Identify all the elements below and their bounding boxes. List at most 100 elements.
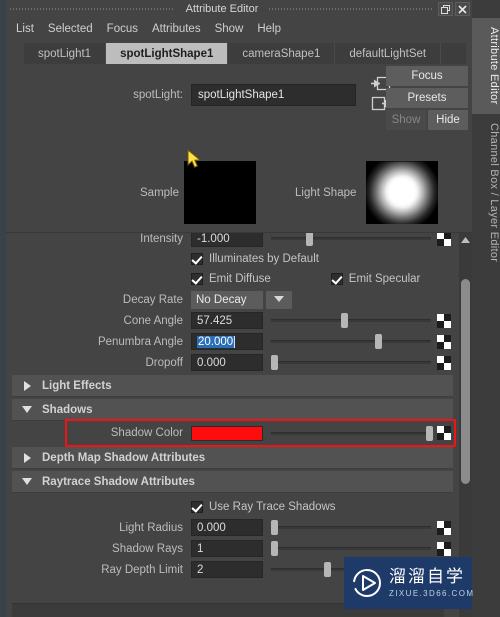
shadow-rays-label: Shadow Rays (112, 542, 183, 555)
row-shadow-color: Shadow Color (6, 421, 459, 445)
menu-item-list[interactable]: List (16, 21, 43, 37)
chevron-right-icon (12, 380, 42, 391)
emit-specular-checkbox[interactable] (330, 273, 343, 285)
play-button-logo-icon (352, 568, 382, 598)
tab-spotlight1[interactable]: spotLight1 (24, 43, 107, 64)
section-light-effects[interactable]: Light Effects (12, 375, 453, 397)
focus-button[interactable]: Focus (386, 66, 468, 86)
cone-angle-map-button[interactable] (437, 313, 451, 328)
scrollbar-thumb[interactable] (461, 279, 470, 484)
dropoff-slider-track (271, 361, 431, 364)
intensity-slider-knob[interactable] (306, 233, 314, 246)
row-dropoff: Dropoff 0.000 (6, 352, 459, 373)
light-radius-slider-knob[interactable] (271, 520, 278, 535)
section-depth-map-shadow[interactable]: Depth Map Shadow Attributes (12, 447, 453, 469)
shadow-color-slider[interactable] (271, 425, 434, 442)
penumbra-angle-map-button[interactable] (437, 334, 451, 349)
restore-icon[interactable] (438, 2, 454, 16)
use-ray-trace-shadows-checkbox[interactable] (191, 501, 203, 513)
chevron-down-icon[interactable] (266, 290, 292, 309)
raytrace-shadow-label: Raytrace Shadow Attributes (42, 475, 195, 488)
light-radius-slider[interactable] (271, 519, 431, 536)
row-decay-rate: Decay Rate No Decay (6, 289, 459, 310)
intensity-slider-track (271, 237, 431, 240)
light-radius-input[interactable]: 0.000 (191, 519, 263, 536)
titlebar-grip-left (10, 6, 175, 12)
node-name-input[interactable]: spotLightShape1 (191, 84, 356, 106)
illuminates-by-default-checkbox[interactable] (191, 253, 203, 265)
show-button[interactable]: Show (386, 110, 426, 130)
sidebar-tab-channel-box[interactable]: Channel Box / Layer Editor (472, 113, 500, 271)
intensity-input[interactable]: -1.000 (191, 233, 263, 247)
illuminates-by-default-label: Illuminates by Default (209, 253, 319, 265)
shadow-rays-slider[interactable] (271, 540, 431, 557)
intensity-label: Intensity (140, 233, 183, 245)
tab-defaultlightset[interactable]: defaultLightSet (335, 43, 442, 64)
row-cone-angle: Cone Angle 57.425 (6, 310, 459, 331)
dropoff-map-button[interactable] (437, 355, 451, 370)
menu-item-attributes[interactable]: Attributes (152, 21, 210, 37)
tab-spotlightshape1[interactable]: spotLightShape1 (106, 43, 229, 64)
intensity-map-button[interactable] (437, 233, 451, 246)
light-effects-label: Light Effects (42, 379, 112, 392)
cone-angle-input[interactable]: 57.425 (191, 312, 263, 329)
emit-specular-label: Emit Specular (348, 273, 421, 285)
light-shape-swatch[interactable] (366, 161, 438, 224)
dropoff-input[interactable]: 0.000 (191, 354, 263, 371)
light-radius-slider-track (271, 526, 431, 529)
dropoff-slider[interactable] (271, 354, 431, 371)
section-raytrace-shadow[interactable]: Raytrace Shadow Attributes (12, 471, 453, 493)
menu-item-selected[interactable]: Selected (48, 21, 102, 37)
penumbra-angle-slider[interactable] (271, 333, 431, 350)
decay-rate-select[interactable]: No Decay (191, 290, 263, 309)
penumbra-angle-value: 20.000 (197, 335, 236, 348)
cone-angle-slider[interactable] (271, 312, 431, 329)
row-intensity: Intensity -1.000 (6, 233, 459, 249)
intensity-slider[interactable] (271, 233, 431, 247)
ray-depth-limit-slider-knob[interactable] (323, 562, 331, 577)
shadow-rays-slider-knob[interactable] (271, 541, 278, 556)
tab-camerashape1[interactable]: cameraShape1 (228, 43, 336, 64)
row-emit-flags: Emit Diffuse Emit Specular (6, 269, 459, 289)
decay-rate-label: Decay Rate (122, 293, 183, 306)
chevron-right-icon-2 (12, 452, 42, 463)
window-titlebar[interactable]: Attribute Editor (6, 0, 472, 18)
node-header-block: spotLight: spotLightShape1 Focus Presets… (6, 64, 472, 152)
titlebar-grip-right (269, 6, 435, 12)
node-name-row: spotLight: spotLightShape1 (6, 84, 366, 106)
shadow-color-slider-knob[interactable] (426, 425, 434, 441)
window-title: Attribute Editor (185, 3, 259, 15)
section-shadows[interactable]: Shadows (12, 399, 453, 421)
row-shadow-rays: Shadow Rays 1 (6, 538, 459, 559)
hide-button[interactable]: Hide (428, 110, 468, 130)
close-icon[interactable] (455, 2, 471, 16)
menu-item-focus[interactable]: Focus (107, 21, 147, 37)
header-button-stack: Focus Presets Show Hide (386, 66, 468, 130)
sample-swatch[interactable] (184, 161, 256, 224)
ray-depth-limit-label: Ray Depth Limit (101, 563, 183, 576)
shadow-color-swatch[interactable] (191, 425, 263, 441)
light-radius-map-button[interactable] (437, 520, 451, 535)
shadows-label: Shadows (42, 403, 93, 416)
menu-item-show[interactable]: Show (215, 21, 253, 37)
row-light-radius: Light Radius 0.000 (6, 517, 459, 538)
watermark-overlay: 溜溜自学 ZIXUE.3D66.COM (344, 557, 473, 609)
presets-button[interactable]: Presets (386, 88, 468, 108)
editor-main-column: Attribute Editor List Selected Focus Att… (6, 0, 472, 617)
menu-item-help[interactable]: Help (257, 21, 290, 37)
ray-depth-limit-input[interactable]: 2 (191, 561, 263, 578)
penumbra-angle-label: Penumbra Angle (97, 335, 183, 348)
sidebar-tab-attribute-editor[interactable]: Attribute Editor (472, 18, 500, 114)
dropoff-slider-knob[interactable] (271, 355, 278, 370)
penumbra-angle-input[interactable]: 20.000 (191, 333, 263, 350)
scroll-up-arrow-icon[interactable] (459, 233, 472, 246)
shadow-color-map-button[interactable] (437, 426, 451, 440)
cone-angle-slider-knob[interactable] (341, 313, 349, 328)
shadow-rays-slider-track (271, 547, 431, 550)
emit-diffuse-checkbox[interactable] (191, 273, 203, 285)
shadow-rays-map-button[interactable] (437, 541, 451, 556)
shadow-rays-input[interactable]: 1 (191, 540, 263, 557)
dropoff-label: Dropoff (145, 356, 183, 369)
watermark-chinese-text: 溜溜自学 (389, 566, 465, 587)
penumbra-angle-slider-knob[interactable] (375, 334, 382, 349)
